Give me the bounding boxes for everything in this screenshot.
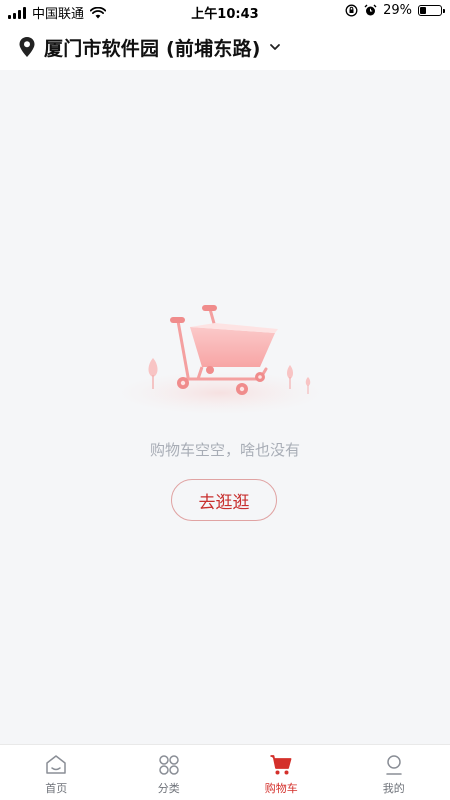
go-shopping-button[interactable]: 去逛逛 <box>171 479 277 521</box>
chevron-down-icon[interactable] <box>269 41 281 53</box>
tab-home-label: 首页 <box>45 782 68 795</box>
tab-home[interactable]: 首页 <box>0 745 113 800</box>
home-icon <box>46 755 66 774</box>
battery-icon <box>418 5 445 16</box>
tab-profile[interactable]: 我的 <box>338 745 450 800</box>
profile-icon <box>386 755 402 775</box>
location-label[interactable]: 厦门市软件园 (前埔东路) <box>44 34 261 61</box>
tab-cart-label: 购物车 <box>264 782 298 795</box>
alarm-icon <box>364 4 377 16</box>
location-pin-icon <box>19 37 35 57</box>
cart-icon <box>270 755 292 775</box>
tab-cart[interactable]: 购物车 <box>225 745 338 800</box>
tab-category-label: 分类 <box>157 782 180 795</box>
empty-cart-message: 购物车空空，啥也没有 <box>149 441 300 459</box>
status-bar: 中国联通 上午10:43 29% <box>0 0 450 24</box>
battery-percent: 29% <box>383 3 412 18</box>
battery-level <box>420 7 426 14</box>
status-right: 29% <box>345 3 445 18</box>
bottom-tab-bar: 首页 分类 购物车 我的 <box>0 744 450 800</box>
tab-category[interactable]: 分类 <box>113 745 226 800</box>
tab-profile-label: 我的 <box>382 782 405 795</box>
empty-cart-illustration <box>120 305 325 415</box>
orientation-lock-icon <box>345 4 358 17</box>
category-icon <box>159 755 179 775</box>
app-screen: 中国联通 上午10:43 29% 厦门市软件园 (前埔东路) 购物车空空，啥也没… <box>0 0 450 800</box>
location-header[interactable]: 厦门市软件园 (前埔东路) <box>0 24 450 70</box>
